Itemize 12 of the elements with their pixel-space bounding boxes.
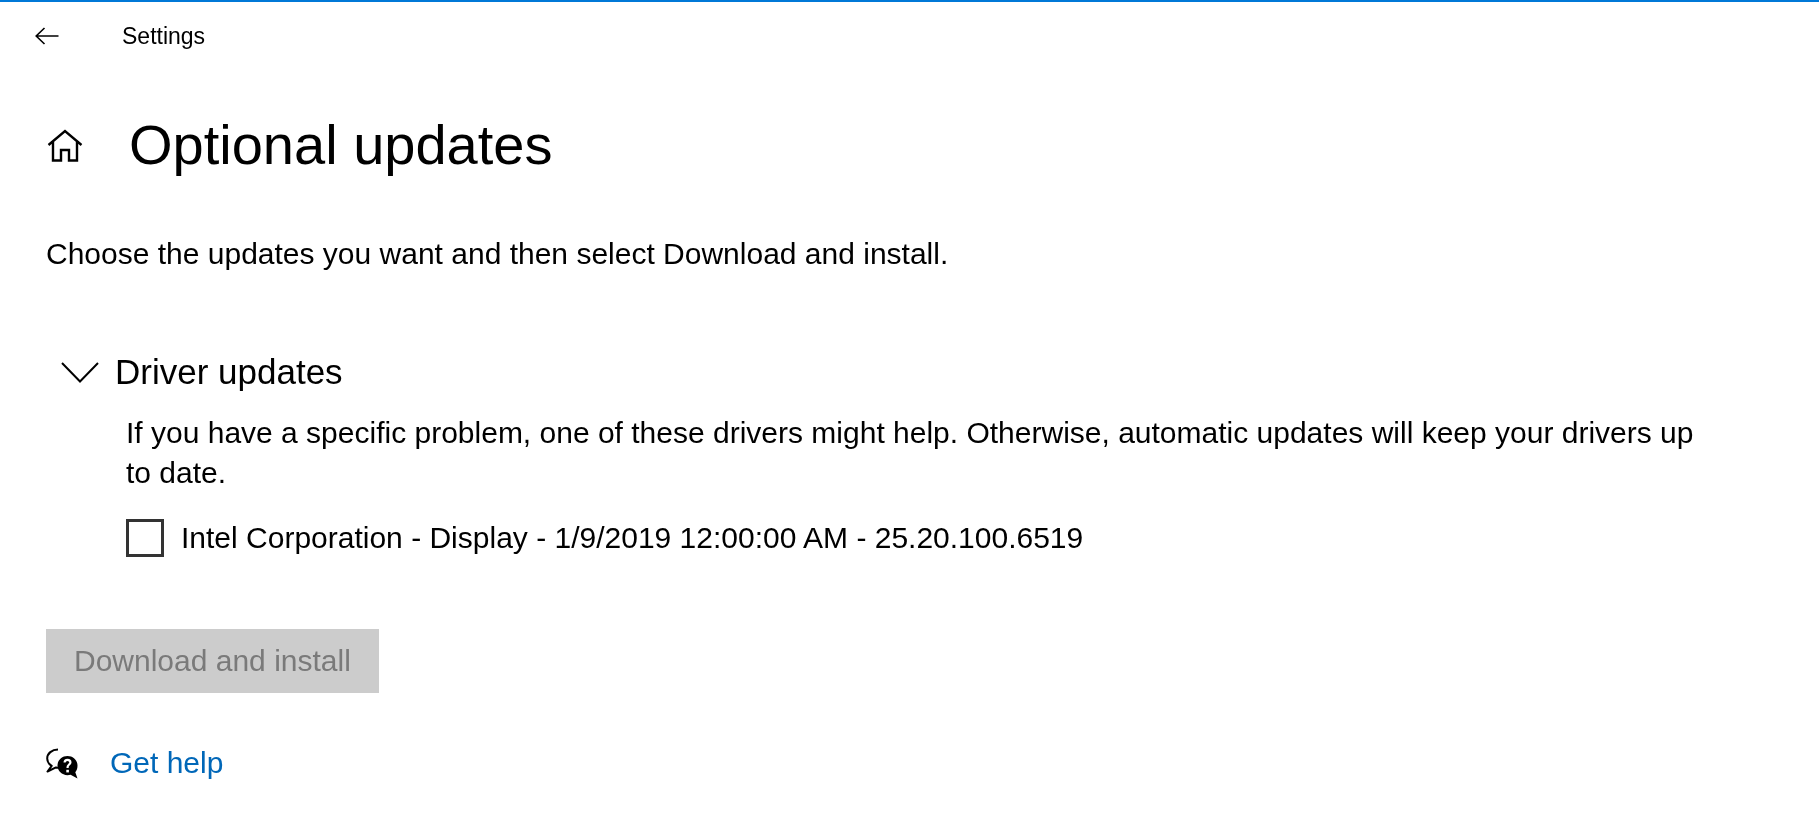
back-arrow-icon bbox=[35, 27, 59, 45]
checkbox[interactable] bbox=[126, 519, 164, 557]
help-icon bbox=[46, 747, 79, 779]
section-description: If you have a specific problem, one of these drivers might help. Otherwise, automatic updates will keep your drivers up to date. bbox=[126, 415, 1695, 491]
window-title: Settings bbox=[122, 22, 206, 50]
checkbox-label[interactable]: Intel Corporation - Display - 1/9/2019 12:00:00 AM - 25.20.100.6519 bbox=[181, 518, 1084, 558]
get-help-link[interactable]: Get help bbox=[110, 743, 224, 783]
section-expander[interactable]: Driver updates bbox=[61, 349, 343, 395]
page-description: Choose the updates you want and then select Download and install. bbox=[46, 236, 949, 272]
page-title: Optional updates bbox=[129, 112, 553, 178]
home-icon bbox=[47, 128, 83, 162]
chevron-icon bbox=[61, 361, 99, 383]
